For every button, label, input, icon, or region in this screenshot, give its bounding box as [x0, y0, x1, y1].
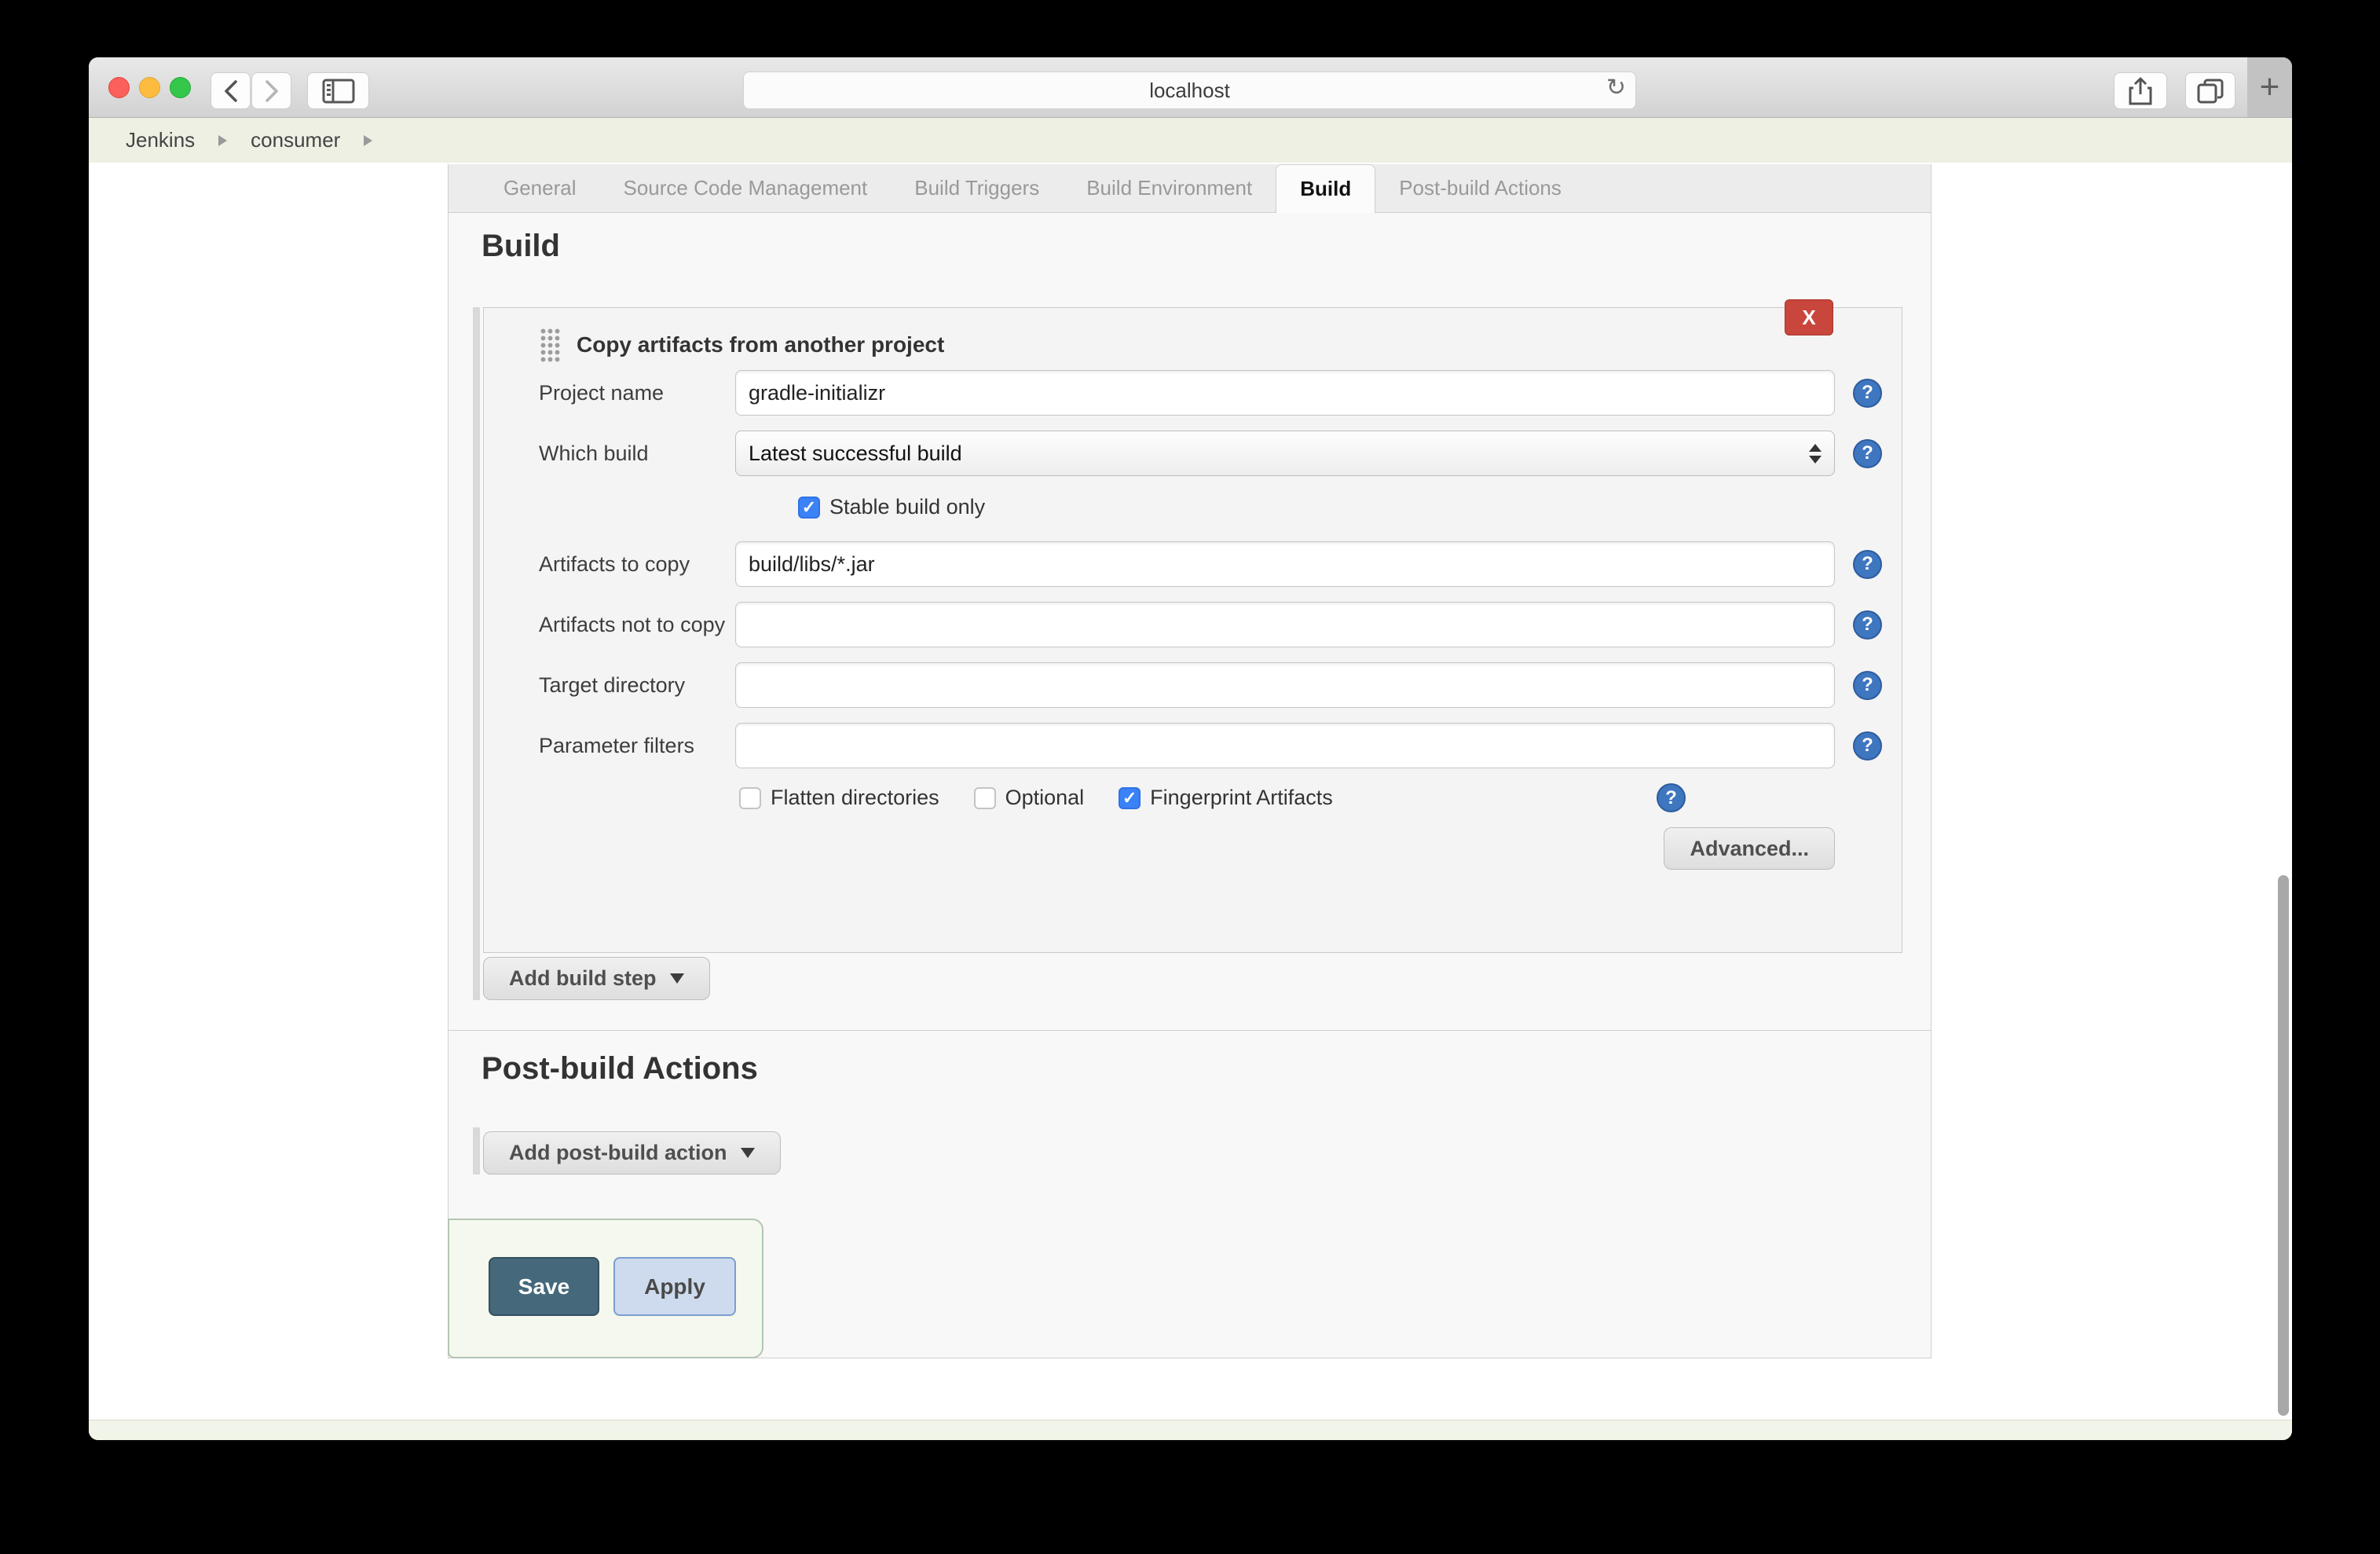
- post-build-chunk: Add post-build action: [473, 1127, 1931, 1175]
- artifacts-to-copy-row: Artifacts to copy ?: [539, 541, 1882, 587]
- flatten-directories-checkbox[interactable]: ✓: [739, 786, 761, 809]
- stable-build-only-row: ✓ Stable build only: [798, 495, 1858, 519]
- copy-artifacts-step: X Copy artifacts from another project Pr…: [483, 299, 1902, 953]
- sidebar-panel-icon: [322, 79, 354, 103]
- browser-titlebar: localhost ↻ +: [89, 57, 2292, 118]
- advanced-button[interactable]: Advanced...: [1664, 827, 1835, 870]
- help-icon[interactable]: ?: [1853, 731, 1882, 761]
- parameter-filters-label: Parameter filters: [539, 733, 695, 757]
- close-window-button[interactable]: [108, 77, 130, 98]
- reload-icon[interactable]: ↻: [1606, 74, 1626, 101]
- parameter-filters-row: Parameter filters ?: [539, 723, 1882, 768]
- chevron-left-icon: [224, 79, 237, 102]
- dropdown-caret-icon: [741, 1148, 756, 1158]
- help-icon[interactable]: ?: [1853, 549, 1882, 579]
- zoom-window-button[interactable]: [170, 77, 191, 98]
- parameter-filters-input[interactable]: [735, 723, 1835, 768]
- tab-general[interactable]: General: [480, 164, 600, 212]
- drag-handle-icon[interactable]: [539, 327, 561, 362]
- delete-step-button[interactable]: X: [1785, 299, 1833, 335]
- vertical-scrollbar[interactable]: [2278, 875, 2289, 1416]
- help-icon[interactable]: ?: [1853, 670, 1882, 700]
- chevron-right-icon: [265, 79, 278, 102]
- help-icon[interactable]: ?: [1853, 378, 1882, 408]
- artifacts-not-to-copy-label: Artifacts not to copy: [539, 612, 726, 636]
- stable-build-only-label: Stable build only: [829, 495, 986, 519]
- target-directory-input[interactable]: [735, 662, 1835, 708]
- select-arrows-icon: [1809, 431, 1822, 475]
- artifacts-not-to-copy-row: Artifacts not to copy ?: [539, 602, 1882, 647]
- fingerprint-artifacts-checkbox[interactable]: ✓: [1119, 786, 1141, 809]
- project-name-input[interactable]: [735, 370, 1835, 416]
- which-build-select[interactable]: Latest successful build: [735, 431, 1835, 476]
- config-tabbar: General Source Code Management Build Tri…: [449, 164, 1931, 213]
- target-directory-label: Target directory: [539, 673, 686, 697]
- back-button[interactable]: [211, 72, 251, 109]
- which-build-value: Latest successful build: [749, 441, 962, 465]
- tab-post-build-actions[interactable]: Post-build Actions: [1375, 164, 1585, 212]
- minimize-window-button[interactable]: [139, 77, 160, 98]
- tab-build-environment[interactable]: Build Environment: [1063, 164, 1276, 212]
- step-title: Copy artifacts from another project: [577, 332, 945, 357]
- which-build-label: Which build: [539, 441, 649, 465]
- stable-build-only-checkbox[interactable]: ✓: [798, 496, 820, 519]
- panel-body: Build X Copy artifacts from another proj…: [449, 229, 1931, 1175]
- add-build-step-button[interactable]: Add build step: [483, 957, 711, 1000]
- fingerprint-artifacts-label: Fingerprint Artifacts: [1150, 786, 1333, 809]
- page-content: General Source Code Management Build Tri…: [89, 163, 2292, 1420]
- tab-build[interactable]: Build: [1276, 164, 1376, 213]
- breadcrumb-separator-icon: [218, 134, 228, 146]
- breadcrumb-jenkins[interactable]: Jenkins: [126, 128, 195, 152]
- apply-button[interactable]: Apply: [613, 1257, 736, 1316]
- tab-source-code-management[interactable]: Source Code Management: [600, 164, 892, 212]
- add-post-build-action-label: Add post-build action: [509, 1141, 727, 1164]
- build-step-chunk: X Copy artifacts from another project Pr…: [473, 299, 1931, 1000]
- tab-build-triggers[interactable]: Build Triggers: [891, 164, 1063, 212]
- add-post-build-action-button[interactable]: Add post-build action: [483, 1131, 782, 1175]
- optional-checkbox[interactable]: ✓: [973, 786, 996, 809]
- breadcrumb-consumer[interactable]: consumer: [251, 128, 340, 152]
- dropdown-caret-icon: [670, 973, 685, 984]
- target-directory-row: Target directory ?: [539, 662, 1882, 708]
- breadcrumb: Jenkins consumer: [89, 118, 2292, 163]
- flatten-directories-label: Flatten directories: [771, 786, 939, 809]
- new-tab-button[interactable]: +: [2247, 57, 2292, 117]
- project-name-label: Project name: [539, 380, 665, 405]
- window-footer-strip: [89, 1420, 2292, 1440]
- help-icon[interactable]: ?: [1657, 783, 1686, 812]
- optional-label: Optional: [1005, 786, 1085, 809]
- breadcrumb-separator-icon: [364, 134, 373, 146]
- share-icon: [2129, 77, 2152, 104]
- save-apply-area: Save Apply: [448, 1219, 763, 1358]
- artifacts-not-to-copy-input[interactable]: [735, 602, 1835, 647]
- artifacts-to-copy-input[interactable]: [735, 541, 1835, 587]
- step-header: Copy artifacts from another project: [539, 327, 1858, 362]
- address-bar[interactable]: localhost ↻: [743, 71, 1636, 109]
- post-build-heading: Post-build Actions: [481, 1051, 758, 1086]
- save-button[interactable]: Save: [489, 1257, 599, 1316]
- artifacts-to-copy-label: Artifacts to copy: [539, 552, 690, 576]
- forward-button[interactable]: [251, 72, 291, 109]
- build-section-heading: Build: [481, 229, 560, 263]
- which-build-row: Which build Latest successful build ?: [539, 431, 1882, 476]
- section-divider: [449, 1030, 1931, 1031]
- help-icon[interactable]: ?: [1853, 438, 1882, 468]
- share-button[interactable]: [2114, 72, 2167, 109]
- config-panel: General Source Code Management Build Tri…: [448, 164, 1931, 1358]
- sidebar-toggle-button[interactable]: [307, 72, 369, 109]
- address-bar-text: localhost: [1149, 78, 1230, 102]
- browser-window: localhost ↻ + Jenkins consumer General S…: [89, 57, 2292, 1440]
- add-build-step-label: Add build step: [509, 966, 657, 990]
- plus-icon: +: [2259, 68, 2280, 106]
- help-icon[interactable]: ?: [1853, 610, 1882, 640]
- flags-row: ✓ Flatten directories ✓ Optional ✓ Finge…: [539, 783, 1858, 812]
- project-name-row: Project name ?: [539, 370, 1882, 416]
- tab-overview-button[interactable]: [2185, 72, 2235, 109]
- overlapping-squares-icon: [2197, 79, 2224, 103]
